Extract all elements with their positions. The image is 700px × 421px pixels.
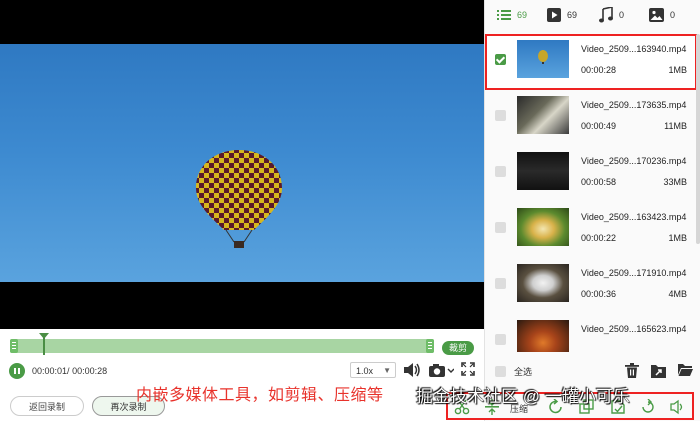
fullscreen-icon[interactable]: [461, 362, 475, 376]
file-name: Video_2509...170236.mp4: [581, 156, 687, 166]
merge-icon[interactable]: [640, 399, 656, 415]
filter-tab-image[interactable]: 0: [649, 6, 675, 24]
total-time: 00:00:28: [72, 366, 108, 376]
filter-all-count: 69: [517, 10, 528, 20]
watermark-text: 掘金技术社区 @ 一罐小可乐: [416, 387, 630, 406]
filter-tab-audio[interactable]: 0: [599, 6, 624, 24]
file-name: Video_2509...163423.mp4: [581, 212, 687, 222]
trim-end-handle[interactable]: [426, 339, 434, 353]
open-folder-icon[interactable]: [678, 363, 693, 376]
video-thumbnail: [517, 152, 569, 190]
list-icon: [497, 10, 511, 20]
video-thumbnail: [517, 264, 569, 302]
file-row[interactable]: Video_2509...170236.mp4 00:00:58 33MB: [485, 146, 697, 202]
trim-start-handle[interactable]: [10, 339, 18, 353]
file-row[interactable]: Video_2509...171910.mp4 00:00:36 4MB: [485, 258, 697, 314]
video-player: 裁剪 00:00:01/ 00:00:28 1.0x ▼ 返回录制 再次录制: [0, 0, 484, 421]
back-to-record-button[interactable]: 返回录制: [10, 396, 84, 416]
image-icon: [649, 8, 664, 22]
file-size: 11MB: [664, 121, 687, 131]
delete-trash-icon[interactable]: [625, 363, 639, 378]
row-checkbox[interactable]: [495, 334, 506, 345]
file-duration: 00:00:22: [581, 233, 617, 243]
select-all-label: 全选: [514, 367, 533, 377]
file-row[interactable]: Video_2509...163423.mp4 00:00:22 1MB: [485, 202, 697, 258]
file-list: Video_2509...163940.mp4 00:00:28 1MB Vid…: [485, 34, 700, 352]
speed-value: 1.0x: [356, 366, 374, 376]
pause-button[interactable]: [9, 363, 25, 379]
row-checkbox[interactable]: [495, 54, 506, 65]
file-name: Video_2509...165623.mp4: [581, 324, 687, 334]
filter-image-count: 0: [670, 10, 676, 20]
video-thumbnail: [517, 208, 569, 246]
chevron-down-icon: ▼: [383, 366, 391, 375]
music-note-icon: [599, 7, 613, 23]
time-readout: 00:00:01/ 00:00:28: [32, 366, 107, 376]
file-duration: 00:00:58: [581, 177, 617, 187]
row-checkbox[interactable]: [495, 278, 506, 289]
annotation-caption: 内嵌多媒体工具，如剪辑、压缩等: [136, 387, 384, 404]
file-name: Video_2509...163940.mp4: [581, 44, 687, 54]
file-name: Video_2509...171910.mp4: [581, 268, 687, 278]
file-size: 4MB: [668, 289, 687, 299]
file-row[interactable]: Video_2509...165623.mp4: [485, 314, 697, 352]
file-duration: 00:00:49: [581, 121, 617, 131]
media-library-panel: 69 69 0 0 Video_2509...163940.mp4 00:00:…: [484, 0, 700, 421]
export-file-icon[interactable]: [651, 363, 666, 378]
filter-tab-all[interactable]: 69: [497, 6, 527, 24]
media-filter-tabs: 69 69 0 0: [485, 0, 700, 30]
file-row[interactable]: Video_2509...163940.mp4 00:00:28 1MB: [485, 34, 697, 90]
filter-video-count: 69: [567, 10, 578, 20]
playback-speed-select[interactable]: 1.0x ▼: [350, 362, 396, 378]
timeline-range: [10, 339, 434, 353]
row-checkbox[interactable]: [495, 110, 506, 121]
file-size: 33MB: [663, 177, 687, 187]
video-thumbnail: [517, 40, 569, 78]
audio-extract-icon[interactable]: [670, 399, 686, 415]
file-size: 1MB: [668, 233, 687, 243]
file-row[interactable]: Video_2509...173635.mp4 00:00:49 11MB: [485, 90, 697, 146]
select-all-checkbox[interactable]: 全选: [495, 365, 532, 378]
video-thumbnail: [517, 320, 569, 352]
file-list-scrollbar[interactable]: [696, 34, 700, 244]
hot-air-balloon-image: [196, 150, 282, 248]
current-time: 00:00:01: [32, 366, 68, 376]
checkbox-box: [495, 366, 506, 377]
video-thumbnail: [517, 96, 569, 134]
file-size: 1MB: [668, 65, 687, 75]
video-play-icon: [547, 8, 561, 22]
playhead[interactable]: [39, 333, 49, 355]
video-viewport[interactable]: [0, 0, 484, 329]
row-checkbox[interactable]: [495, 222, 506, 233]
screenshot-camera-icon[interactable]: [428, 362, 454, 378]
timeline-track[interactable]: [10, 333, 434, 355]
video-frame: [0, 44, 484, 282]
filter-audio-count: 0: [619, 10, 625, 20]
file-name: Video_2509...173635.mp4: [581, 100, 687, 110]
volume-icon[interactable]: [403, 362, 421, 378]
trim-button[interactable]: 裁剪: [442, 341, 474, 355]
row-checkbox[interactable]: [495, 166, 506, 177]
file-duration: 00:00:36: [581, 289, 617, 299]
file-duration: 00:00:28: [581, 65, 617, 75]
filter-tab-video[interactable]: 69: [547, 6, 577, 24]
